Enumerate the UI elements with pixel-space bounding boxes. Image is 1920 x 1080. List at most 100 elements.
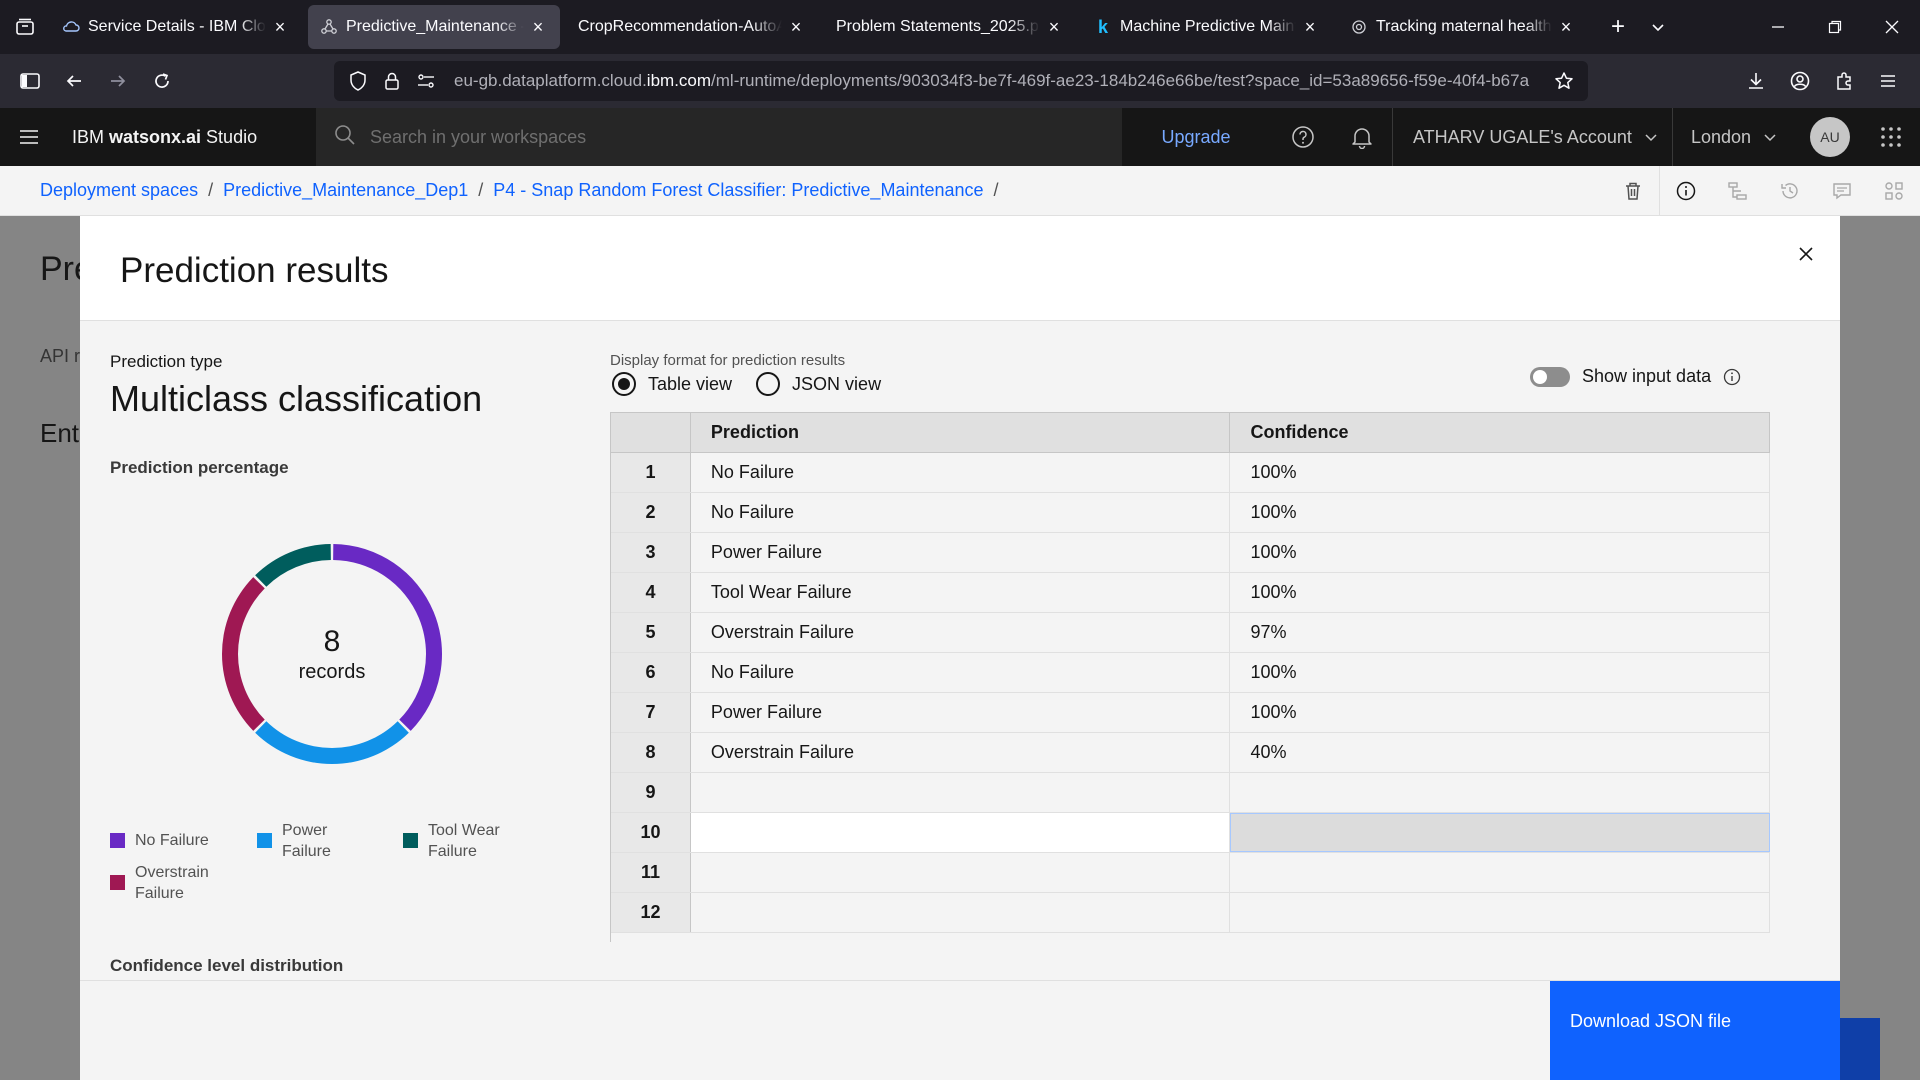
bookmark-star-icon[interactable] — [1552, 69, 1576, 93]
legend-item[interactable]: No Failure — [110, 830, 209, 851]
hamburger-menu-icon[interactable] — [0, 108, 58, 166]
json-view-radio[interactable] — [756, 372, 781, 396]
prediction-cell[interactable]: Overstrain Failure — [690, 733, 1231, 772]
breadcrumb-link[interactable]: Predictive_Maintenance_Dep1 — [223, 180, 468, 201]
breadcrumb-link[interactable]: P4 - Snap Random Forest Classifier: Pred… — [493, 180, 983, 201]
prediction-cell[interactable]: Power Failure — [690, 533, 1231, 572]
close-tab-icon[interactable]: × — [528, 17, 548, 37]
confidence-cell[interactable]: 97% — [1230, 613, 1770, 652]
confidence-cell[interactable] — [1230, 893, 1770, 932]
browser-tab[interactable]: CropRecommendation-AutoAI.p × — [566, 5, 818, 49]
history-icon[interactable] — [1764, 166, 1816, 216]
trash-icon[interactable] — [1607, 166, 1659, 216]
browser-tab-active[interactable]: Predictive_Maintenance — I × — [308, 5, 560, 49]
browser-tab[interactable]: Tracking maternal health pro × — [1338, 5, 1588, 49]
tab-manager-icon[interactable] — [0, 0, 50, 54]
search-input[interactable] — [370, 126, 970, 148]
column-header-prediction[interactable]: Prediction — [690, 413, 1231, 452]
show-input-label: Show input data — [1582, 366, 1712, 386]
prediction-cell[interactable]: No Failure — [690, 653, 1231, 692]
row-number-header — [611, 413, 691, 452]
json-view-label[interactable]: JSON view — [792, 374, 881, 395]
confidence-cell[interactable]: 40% — [1230, 733, 1770, 772]
account-switcher[interactable]: ATHARV UGALE's Account — [1392, 108, 1660, 166]
close-tab-icon[interactable]: × — [1556, 17, 1576, 37]
shield-icon[interactable] — [346, 69, 370, 93]
browser-tab[interactable]: Problem Statements_2025.p × — [824, 5, 1076, 49]
legend-item[interactable]: Power Failure — [257, 820, 347, 862]
legend-item[interactable]: Tool Wear Failure — [403, 820, 513, 862]
close-icon[interactable] — [1786, 234, 1826, 274]
confidence-cell[interactable]: 100% — [1230, 453, 1770, 492]
new-tab-icon[interactable]: + — [1598, 7, 1638, 47]
chevron-down-icon — [1763, 130, 1777, 144]
confidence-cell[interactable]: 100% — [1230, 573, 1770, 612]
confidence-cell[interactable] — [1230, 853, 1770, 892]
close-tab-icon[interactable]: × — [270, 17, 290, 37]
browser-tab-strip: Service Details - IBM Cloud × Predictive… — [0, 0, 1920, 54]
app-switcher-icon[interactable] — [1862, 108, 1920, 166]
url-text[interactable]: eu-gb.dataplatform.cloud.ibm.com/ml-runt… — [454, 71, 1544, 91]
table-header-row: Prediction Confidence — [611, 413, 1770, 453]
info-icon[interactable] — [1723, 368, 1741, 386]
download-icon[interactable] — [1734, 59, 1778, 103]
confidence-cell[interactable]: 100% — [1230, 653, 1770, 692]
site-permissions-icon[interactable] — [414, 69, 438, 93]
extensions-icon[interactable] — [1822, 59, 1866, 103]
browser-tab[interactable]: Service Details - IBM Cloud × — [50, 5, 302, 49]
breadcrumb-separator: / — [208, 180, 214, 200]
notification-bell-icon[interactable] — [1333, 108, 1391, 166]
prediction-cell[interactable]: Overstrain Failure — [690, 613, 1231, 652]
prediction-cell[interactable] — [690, 813, 1231, 852]
forward-icon[interactable] — [96, 59, 140, 103]
prediction-cell[interactable] — [690, 853, 1231, 892]
confidence-cell[interactable]: 100% — [1230, 693, 1770, 732]
sidebar-toggle-icon[interactable] — [8, 59, 52, 103]
reload-icon[interactable] — [140, 59, 184, 103]
prediction-cell[interactable]: Tool Wear Failure — [690, 573, 1231, 612]
services-icon[interactable] — [1868, 166, 1920, 216]
confidence-cell-selected[interactable] — [1230, 813, 1770, 852]
back-icon[interactable] — [52, 59, 96, 103]
show-input-toggle[interactable] — [1530, 366, 1570, 387]
breadcrumb-link[interactable]: Deployment spaces — [40, 180, 198, 201]
prediction-cell[interactable]: No Failure — [690, 493, 1231, 532]
menu-icon[interactable] — [1866, 59, 1910, 103]
browser-tab[interactable]: k Machine Predictive Mainten × — [1082, 5, 1332, 49]
lock-icon[interactable] — [380, 69, 404, 93]
upgrade-link[interactable]: Upgrade — [1140, 108, 1252, 166]
prediction-cell[interactable]: No Failure — [690, 453, 1231, 492]
prediction-cell[interactable] — [690, 773, 1231, 812]
table-view-radio[interactable] — [612, 372, 636, 396]
region-switcher[interactable]: London — [1672, 108, 1790, 166]
close-tab-icon[interactable]: × — [1300, 17, 1320, 37]
prediction-cell[interactable]: Power Failure — [690, 693, 1231, 732]
confidence-cell[interactable]: 100% — [1230, 533, 1770, 572]
account-name: ATHARV UGALE's Account — [1413, 126, 1632, 147]
legend-item[interactable]: Overstrain Failure — [110, 862, 230, 904]
tab-list-chevron-icon[interactable] — [1638, 7, 1678, 47]
column-header-confidence[interactable]: Confidence — [1230, 413, 1770, 452]
tab-title: Problem Statements_2025.p — [836, 18, 1039, 35]
avatar[interactable]: AU — [1810, 117, 1850, 157]
hierarchy-icon[interactable] — [1712, 166, 1764, 216]
info-icon[interactable] — [1660, 166, 1712, 216]
url-bar[interactable]: eu-gb.dataplatform.cloud.ibm.com/ml-runt… — [334, 61, 1588, 101]
table-row: 12 — [611, 893, 1770, 933]
table-view-label[interactable]: Table view — [648, 374, 732, 395]
restore-icon[interactable] — [1806, 0, 1863, 54]
close-window-icon[interactable] — [1863, 0, 1920, 54]
close-tab-icon[interactable]: × — [1044, 17, 1064, 37]
tab-title: Predictive_Maintenance — I — [346, 18, 524, 35]
comment-icon[interactable] — [1816, 166, 1868, 216]
minimize-icon[interactable] — [1749, 0, 1806, 54]
account-icon[interactable] — [1778, 59, 1822, 103]
product-name[interactable]: IBM watsonx.ai Studio — [72, 127, 316, 148]
row-number: 7 — [611, 693, 691, 732]
confidence-cell[interactable] — [1230, 773, 1770, 812]
download-json-button[interactable]: Download JSON file — [1550, 981, 1840, 1080]
confidence-cell[interactable]: 100% — [1230, 493, 1770, 532]
help-icon[interactable] — [1274, 108, 1332, 166]
close-tab-icon[interactable]: × — [786, 17, 806, 37]
prediction-cell[interactable] — [690, 893, 1231, 932]
